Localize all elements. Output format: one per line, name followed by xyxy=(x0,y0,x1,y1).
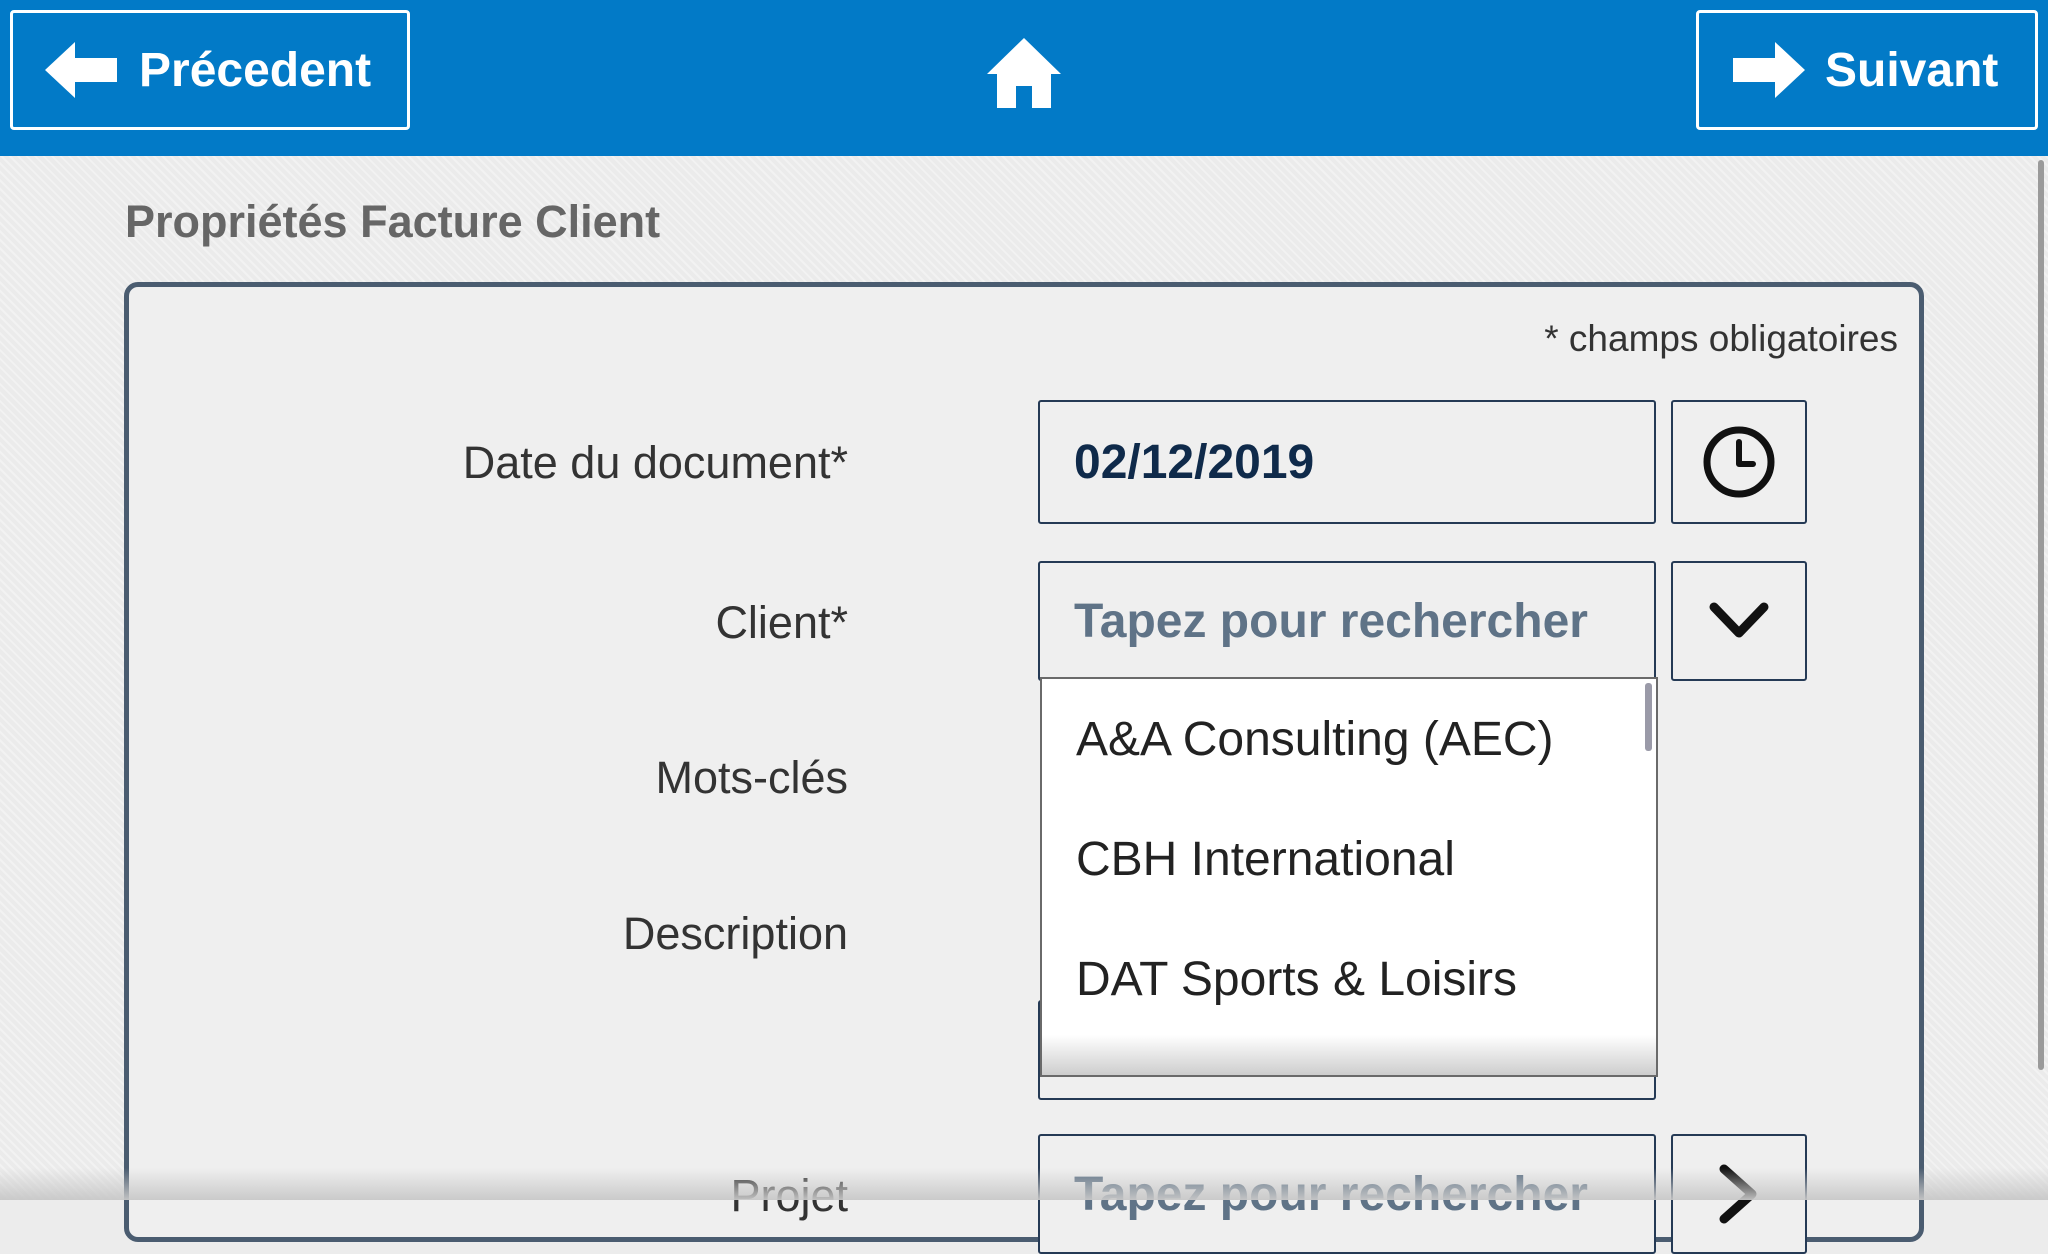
dropdown-fade xyxy=(1042,1035,1656,1075)
top-navigation-bar: Précedent Suivant xyxy=(0,0,2048,156)
next-button[interactable]: Suivant xyxy=(1696,10,2038,130)
home-button[interactable] xyxy=(985,36,1063,110)
keywords-label: Mots-clés xyxy=(655,752,848,803)
page-title: Propriétés Facture Client xyxy=(125,196,661,247)
date-label: Date du document* xyxy=(462,437,848,488)
page-scrollbar[interactable] xyxy=(2038,160,2044,1070)
project-label: Projet xyxy=(730,1170,848,1221)
client-dropdown-button[interactable] xyxy=(1671,561,1807,681)
chevron-down-icon xyxy=(1709,602,1769,638)
required-fields-note: * champs obligatoires xyxy=(1544,318,1898,359)
dropdown-scrollbar[interactable] xyxy=(1645,683,1652,751)
project-search-input[interactable]: Tapez pour rechercher xyxy=(1038,1134,1656,1254)
client-label: Client* xyxy=(715,597,848,648)
client-search-input[interactable]: Tapez pour rechercher xyxy=(1038,561,1656,681)
date-input[interactable]: 02/12/2019 xyxy=(1038,400,1656,524)
next-button-label: Suivant xyxy=(1825,43,1999,97)
previous-button-label: Précedent xyxy=(139,43,372,97)
arrow-right-icon xyxy=(1733,42,1805,98)
client-dropdown-list: A&A Consulting (AEC) CBH International D… xyxy=(1040,677,1658,1077)
arrow-left-icon xyxy=(45,42,117,98)
description-label: Description xyxy=(622,908,848,959)
dropdown-option[interactable]: A&A Consulting (AEC) xyxy=(1042,679,1656,799)
dropdown-option[interactable]: CBH International xyxy=(1042,799,1656,919)
clock-icon xyxy=(1703,426,1775,498)
dropdown-option[interactable]: DAT Sports & Loisirs xyxy=(1042,919,1656,1039)
home-icon xyxy=(987,38,1061,108)
chevron-right-icon xyxy=(1719,1164,1757,1224)
project-dropdown-button[interactable] xyxy=(1671,1134,1807,1254)
date-picker-button[interactable] xyxy=(1671,400,1807,524)
previous-button[interactable]: Précedent xyxy=(10,10,410,130)
